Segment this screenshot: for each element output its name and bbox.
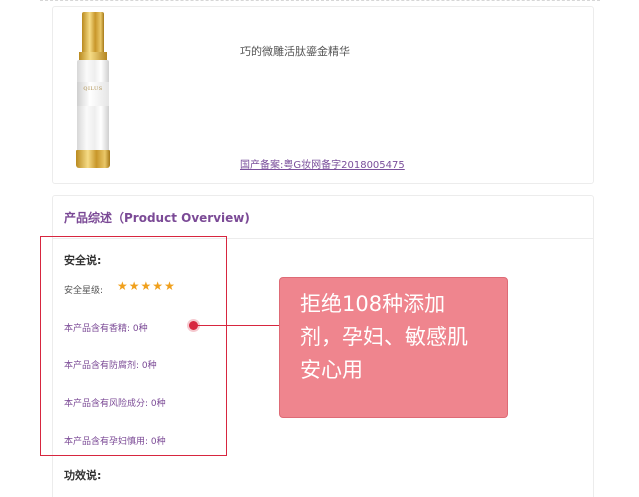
bottle-collar bbox=[79, 52, 107, 60]
callout-box: 拒绝108种添加剂，孕妇、敏感肌安心用 bbox=[279, 277, 508, 418]
top-divider bbox=[40, 0, 600, 1]
safety-highlight-box bbox=[40, 236, 227, 456]
bottle-body bbox=[77, 60, 109, 152]
stat-pregnancy-caution: 本产品含有孕妇慎用: 0种 bbox=[64, 437, 166, 447]
callout-connector-line bbox=[193, 325, 279, 326]
safety-star-rating: ★ ★ ★ ★ ★ bbox=[117, 279, 175, 293]
star-icon: ★ bbox=[140, 279, 152, 293]
star-icon: ★ bbox=[128, 279, 140, 293]
stat-fragrance: 本产品含有香精: 0种 bbox=[64, 324, 148, 334]
overview-title: 产品综述（Product Overview) bbox=[64, 211, 250, 225]
effect-title: 功效说: bbox=[64, 469, 102, 482]
product-name: 巧的微雕活肽鎏金精华 bbox=[240, 45, 350, 58]
stat-risk-ingredient: 本产品含有风险成分: 0种 bbox=[64, 399, 166, 409]
star-icon: ★ bbox=[164, 279, 175, 293]
product-image[interactable]: QILUS bbox=[68, 12, 118, 172]
star-icon: ★ bbox=[117, 279, 128, 293]
registration-link[interactable]: 国产备案:粤G妆网备字2018005475 bbox=[240, 156, 405, 171]
safety-title: 安全说: bbox=[64, 254, 102, 267]
star-icon: ★ bbox=[152, 279, 164, 293]
bottle-brand-text: QILUS bbox=[83, 86, 103, 92]
bottle-cap bbox=[82, 12, 104, 54]
callout-dot-icon bbox=[189, 321, 198, 330]
bottle-base bbox=[76, 150, 110, 168]
stat-preservative: 本产品含有防腐剂: 0种 bbox=[64, 361, 157, 371]
safety-star-label: 安全星级: bbox=[64, 286, 104, 296]
